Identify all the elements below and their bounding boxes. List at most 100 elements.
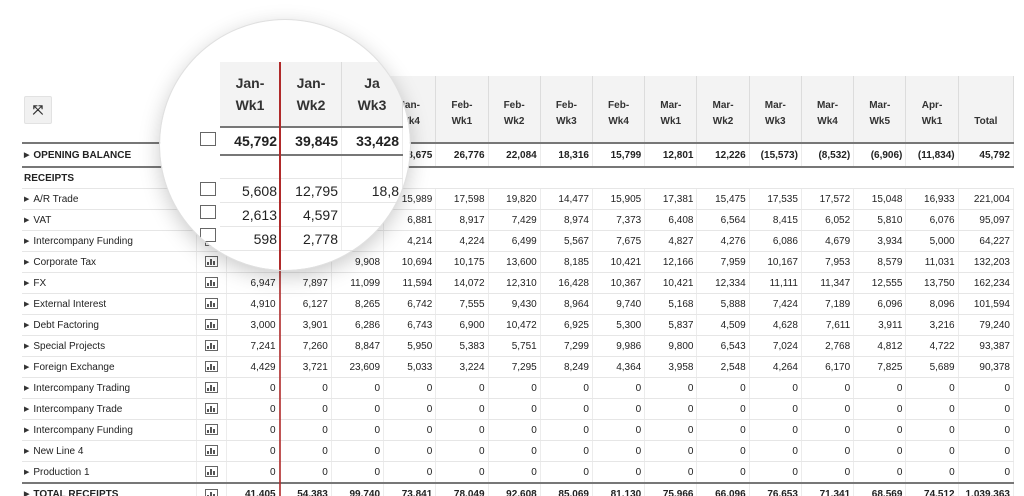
value-cell[interactable]: 0 <box>383 461 437 484</box>
value-cell[interactable]: 0 <box>331 419 385 441</box>
value-cell[interactable]: 0 <box>540 461 593 484</box>
value-cell[interactable]: 16,933 <box>905 188 959 210</box>
value-cell[interactable]: 15,905 <box>592 188 646 210</box>
value-cell[interactable]: 7,295 <box>488 356 541 378</box>
bar-chart-icon[interactable] <box>204 382 218 394</box>
value-cell[interactable]: 0 <box>644 398 698 420</box>
value-cell[interactable]: 0 <box>801 377 855 399</box>
value-cell[interactable]: 7,299 <box>540 335 593 357</box>
expand-row-icon[interactable]: ▶ <box>24 300 29 308</box>
value-cell[interactable]: 0 <box>749 377 802 399</box>
value-cell[interactable]: 0 <box>905 398 959 420</box>
value-cell[interactable]: 5,689 <box>905 356 959 378</box>
value-cell[interactable]: 10,175 <box>435 251 489 273</box>
value-cell[interactable]: 0 <box>801 398 855 420</box>
value-cell[interactable]: 7,555 <box>435 293 489 315</box>
value-cell[interactable]: 0 <box>696 440 750 462</box>
value-cell[interactable]: 2,768 <box>801 335 855 357</box>
value-cell[interactable]: 0 <box>905 440 959 462</box>
bar-chart-icon[interactable] <box>204 340 218 352</box>
value-cell[interactable]: 4,812 <box>853 335 907 357</box>
value-cell[interactable]: 3,224 <box>435 356 489 378</box>
column-header[interactable]: Feb- Wk2 <box>488 76 541 144</box>
value-cell[interactable]: 0 <box>696 461 750 484</box>
value-cell[interactable]: 0 <box>958 419 1015 441</box>
value-cell[interactable]: 7,424 <box>749 293 802 315</box>
value-cell[interactable]: 10,167 <box>749 251 802 273</box>
value-cell[interactable]: 92,608 <box>488 482 541 496</box>
value-cell[interactable]: 4,429 <box>226 356 280 378</box>
expand-row-icon[interactable]: ▶ <box>24 279 29 287</box>
bar-chart-icon[interactable] <box>204 466 218 478</box>
value-cell[interactable]: 18,316 <box>540 142 593 168</box>
value-cell[interactable]: 11,031 <box>905 251 959 273</box>
expand-arrows-icon[interactable]: ⤧ <box>24 96 52 124</box>
value-cell[interactable]: 1,039,363 <box>958 482 1015 496</box>
value-cell[interactable]: 4,276 <box>696 230 750 252</box>
row-label[interactable]: ▶ Intercompany Funding <box>22 419 197 441</box>
value-cell[interactable]: 0 <box>488 440 541 462</box>
value-cell[interactable]: 9,740 <box>592 293 646 315</box>
value-cell[interactable]: 75,966 <box>644 482 698 496</box>
value-cell[interactable]: 0 <box>540 398 593 420</box>
expand-row-icon[interactable]: ▶ <box>24 468 29 476</box>
value-cell[interactable]: 15,475 <box>696 188 750 210</box>
value-cell[interactable]: 7,241 <box>226 335 280 357</box>
value-cell[interactable]: 4,910 <box>226 293 280 315</box>
value-cell[interactable]: 0 <box>331 440 385 462</box>
value-cell[interactable]: 90,378 <box>958 356 1015 378</box>
value-cell[interactable]: 0 <box>853 377 907 399</box>
value-cell[interactable]: 95,097 <box>958 209 1015 231</box>
value-cell[interactable]: 0 <box>853 419 907 441</box>
value-cell[interactable]: 0 <box>383 398 437 420</box>
value-cell[interactable]: 4,264 <box>749 356 802 378</box>
column-header[interactable]: Feb- Wk3 <box>540 76 593 144</box>
value-cell[interactable]: 3,000 <box>226 314 280 336</box>
value-cell[interactable]: 0 <box>592 419 646 441</box>
bar-chart-icon[interactable] <box>204 424 218 436</box>
row-label[interactable]: ▶ Foreign Exchange <box>22 356 197 378</box>
value-cell[interactable]: 0 <box>958 377 1015 399</box>
value-cell[interactable]: 9,986 <box>592 335 646 357</box>
value-cell[interactable]: 6,947 <box>226 272 280 294</box>
row-label[interactable]: ▶ New Line 4 <box>22 440 197 462</box>
value-cell[interactable]: 0 <box>958 398 1015 420</box>
column-header[interactable]: Total <box>958 76 1015 144</box>
value-cell[interactable]: 101,594 <box>958 293 1015 315</box>
value-cell[interactable]: 0 <box>279 461 332 484</box>
value-cell[interactable]: 7,429 <box>488 209 541 231</box>
value-cell[interactable]: 7,373 <box>592 209 646 231</box>
value-cell[interactable]: 4,364 <box>592 356 646 378</box>
value-cell[interactable]: 0 <box>383 419 437 441</box>
value-cell[interactable]: 11,347 <box>801 272 855 294</box>
value-cell[interactable]: 7,953 <box>801 251 855 273</box>
value-cell[interactable]: 23,609 <box>331 356 385 378</box>
value-cell[interactable]: 7,189 <box>801 293 855 315</box>
value-cell[interactable]: 5,950 <box>383 335 437 357</box>
value-cell[interactable]: 6,127 <box>279 293 332 315</box>
column-header[interactable]: Apr- Wk1 <box>905 76 959 144</box>
value-cell[interactable]: 12,226 <box>696 142 750 168</box>
column-header[interactable]: Feb- Wk4 <box>592 76 646 144</box>
value-cell[interactable]: 6,543 <box>696 335 750 357</box>
value-cell[interactable]: 6,052 <box>801 209 855 231</box>
column-header[interactable]: Feb- Wk1 <box>435 76 489 144</box>
value-cell[interactable]: 0 <box>749 440 802 462</box>
value-cell[interactable]: 0 <box>853 461 907 484</box>
bar-chart-icon[interactable] <box>204 361 218 373</box>
value-cell[interactable]: 14,477 <box>540 188 593 210</box>
value-cell[interactable]: 7,024 <box>749 335 802 357</box>
value-cell[interactable]: 5,810 <box>853 209 907 231</box>
value-cell[interactable]: 79,240 <box>958 314 1015 336</box>
value-cell[interactable]: 93,387 <box>958 335 1015 357</box>
value-cell[interactable]: 5,751 <box>488 335 541 357</box>
value-cell[interactable]: 3,901 <box>279 314 332 336</box>
expand-row-icon[interactable]: ▶ <box>24 151 29 159</box>
value-cell[interactable]: 6,076 <box>905 209 959 231</box>
value-cell[interactable]: 78,049 <box>435 482 489 496</box>
value-cell[interactable]: 5,000 <box>905 230 959 252</box>
value-cell[interactable]: 76,653 <box>749 482 802 496</box>
row-label[interactable]: ▶ FX <box>22 272 197 294</box>
value-cell[interactable]: 8,917 <box>435 209 489 231</box>
value-cell[interactable]: 0 <box>435 440 489 462</box>
